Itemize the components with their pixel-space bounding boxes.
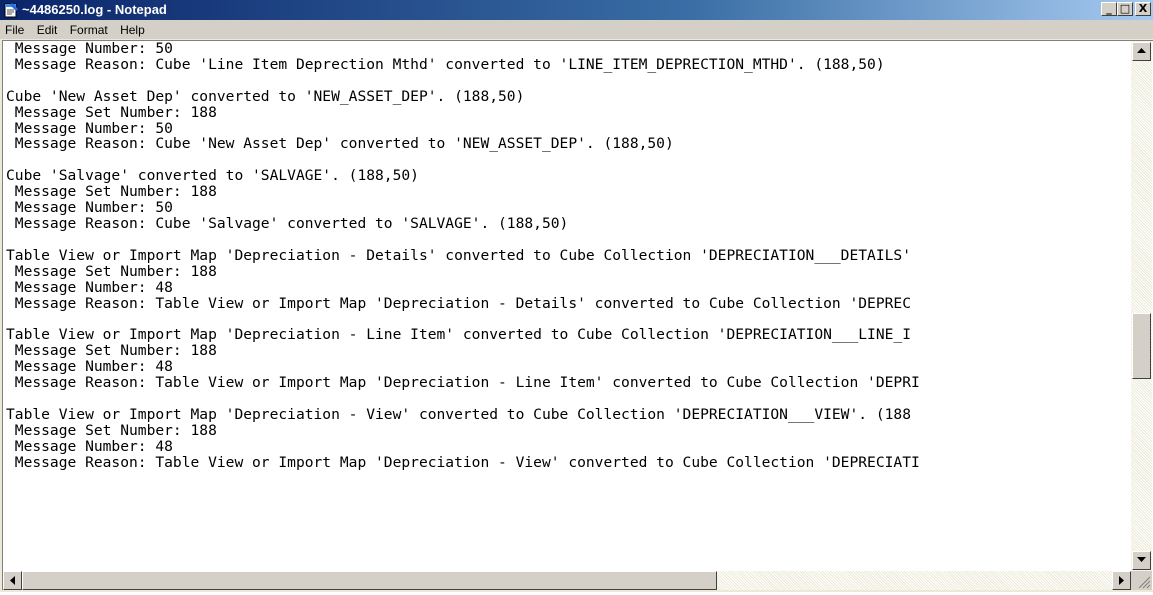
log-line[interactable]: Message Set Number: 188 <box>6 104 217 121</box>
log-line[interactable]: Message Set Number: 188 <box>6 183 217 200</box>
notepad-icon[interactable] <box>3 2 19 18</box>
caption-buttons: _ □ X <box>1101 2 1151 18</box>
log-line[interactable]: Message Number: 48 <box>6 438 173 455</box>
minimize-button[interactable]: _ <box>1101 2 1117 16</box>
close-button[interactable]: X <box>1135 2 1151 16</box>
menu-edit[interactable]: Edit <box>32 20 62 39</box>
log-line[interactable]: Message Number: 50 <box>6 41 173 57</box>
resize-grip-icon <box>1138 576 1151 589</box>
maximize-button[interactable]: □ <box>1117 2 1133 16</box>
title-bar[interactable]: ~4486250.log - Notepad _ □ X <box>0 0 1153 20</box>
log-line[interactable]: Message Reason: Table View or Import Map… <box>6 374 920 391</box>
window-title: ~4486250.log - Notepad <box>22 2 167 17</box>
vertical-scroll-thumb[interactable] <box>1132 313 1151 379</box>
log-line[interactable]: Message Number: 50 <box>6 199 173 216</box>
log-line[interactable]: Cube 'Salvage' converted to 'SALVAGE'. (… <box>6 167 419 184</box>
notepad-window: ~4486250.log - Notepad _ □ X File Edit F… <box>0 0 1153 592</box>
log-line[interactable]: Message Number: 48 <box>6 358 173 375</box>
arrow-down-icon <box>1137 557 1146 562</box>
log-line[interactable]: Message Set Number: 188 <box>6 342 217 359</box>
scroll-up-button[interactable] <box>1132 42 1151 61</box>
menu-file[interactable]: File <box>0 20 28 39</box>
log-text[interactable]: Message Number: 50 Message Reason: Cube … <box>6 41 1134 470</box>
scroll-down-button[interactable] <box>1132 551 1151 570</box>
log-line[interactable]: Message Reason: Cube 'Salvage' converted… <box>6 215 569 232</box>
text-editor[interactable]: Message Number: 50 Message Reason: Cube … <box>2 40 1153 590</box>
log-line[interactable]: Message Reason: Table View or Import Map… <box>6 454 920 471</box>
arrow-left-icon <box>10 576 15 585</box>
menu-format[interactable]: Format <box>65 20 112 39</box>
text-content[interactable]: Message Number: 50 Message Reason: Cube … <box>3 41 1134 571</box>
resize-grip[interactable] <box>1131 571 1152 590</box>
log-line[interactable]: Table View or Import Map 'Depreciation -… <box>6 326 911 343</box>
menu-help[interactable]: Help <box>115 20 149 39</box>
log-line[interactable]: Message Set Number: 188 <box>6 422 217 439</box>
scroll-left-button[interactable] <box>3 571 22 590</box>
log-line[interactable]: Message Number: 48 <box>6 279 173 296</box>
log-line[interactable]: Message Set Number: 188 <box>6 263 217 280</box>
scroll-right-button[interactable] <box>1112 571 1131 590</box>
menu-bar: File Edit Format Help <box>0 20 1153 39</box>
log-line[interactable]: Table View or Import Map 'Depreciation -… <box>6 406 911 423</box>
vertical-scrollbar[interactable] <box>1131 41 1152 571</box>
log-line[interactable]: Cube 'New Asset Dep' converted to 'NEW_A… <box>6 88 524 105</box>
log-line[interactable]: Message Reason: Cube 'Line Item Deprecti… <box>6 56 885 73</box>
arrow-right-icon <box>1119 576 1124 585</box>
horizontal-scrollbar[interactable] <box>3 571 1131 590</box>
log-line[interactable]: Message Reason: Cube 'New Asset Dep' con… <box>6 135 674 152</box>
horizontal-scroll-thumb[interactable] <box>22 571 717 590</box>
log-line[interactable]: Message Number: 50 <box>6 120 173 137</box>
log-line[interactable]: Table View or Import Map 'Depreciation -… <box>6 247 911 264</box>
arrow-up-icon <box>1137 48 1146 53</box>
log-line[interactable]: Message Reason: Table View or Import Map… <box>6 295 911 312</box>
